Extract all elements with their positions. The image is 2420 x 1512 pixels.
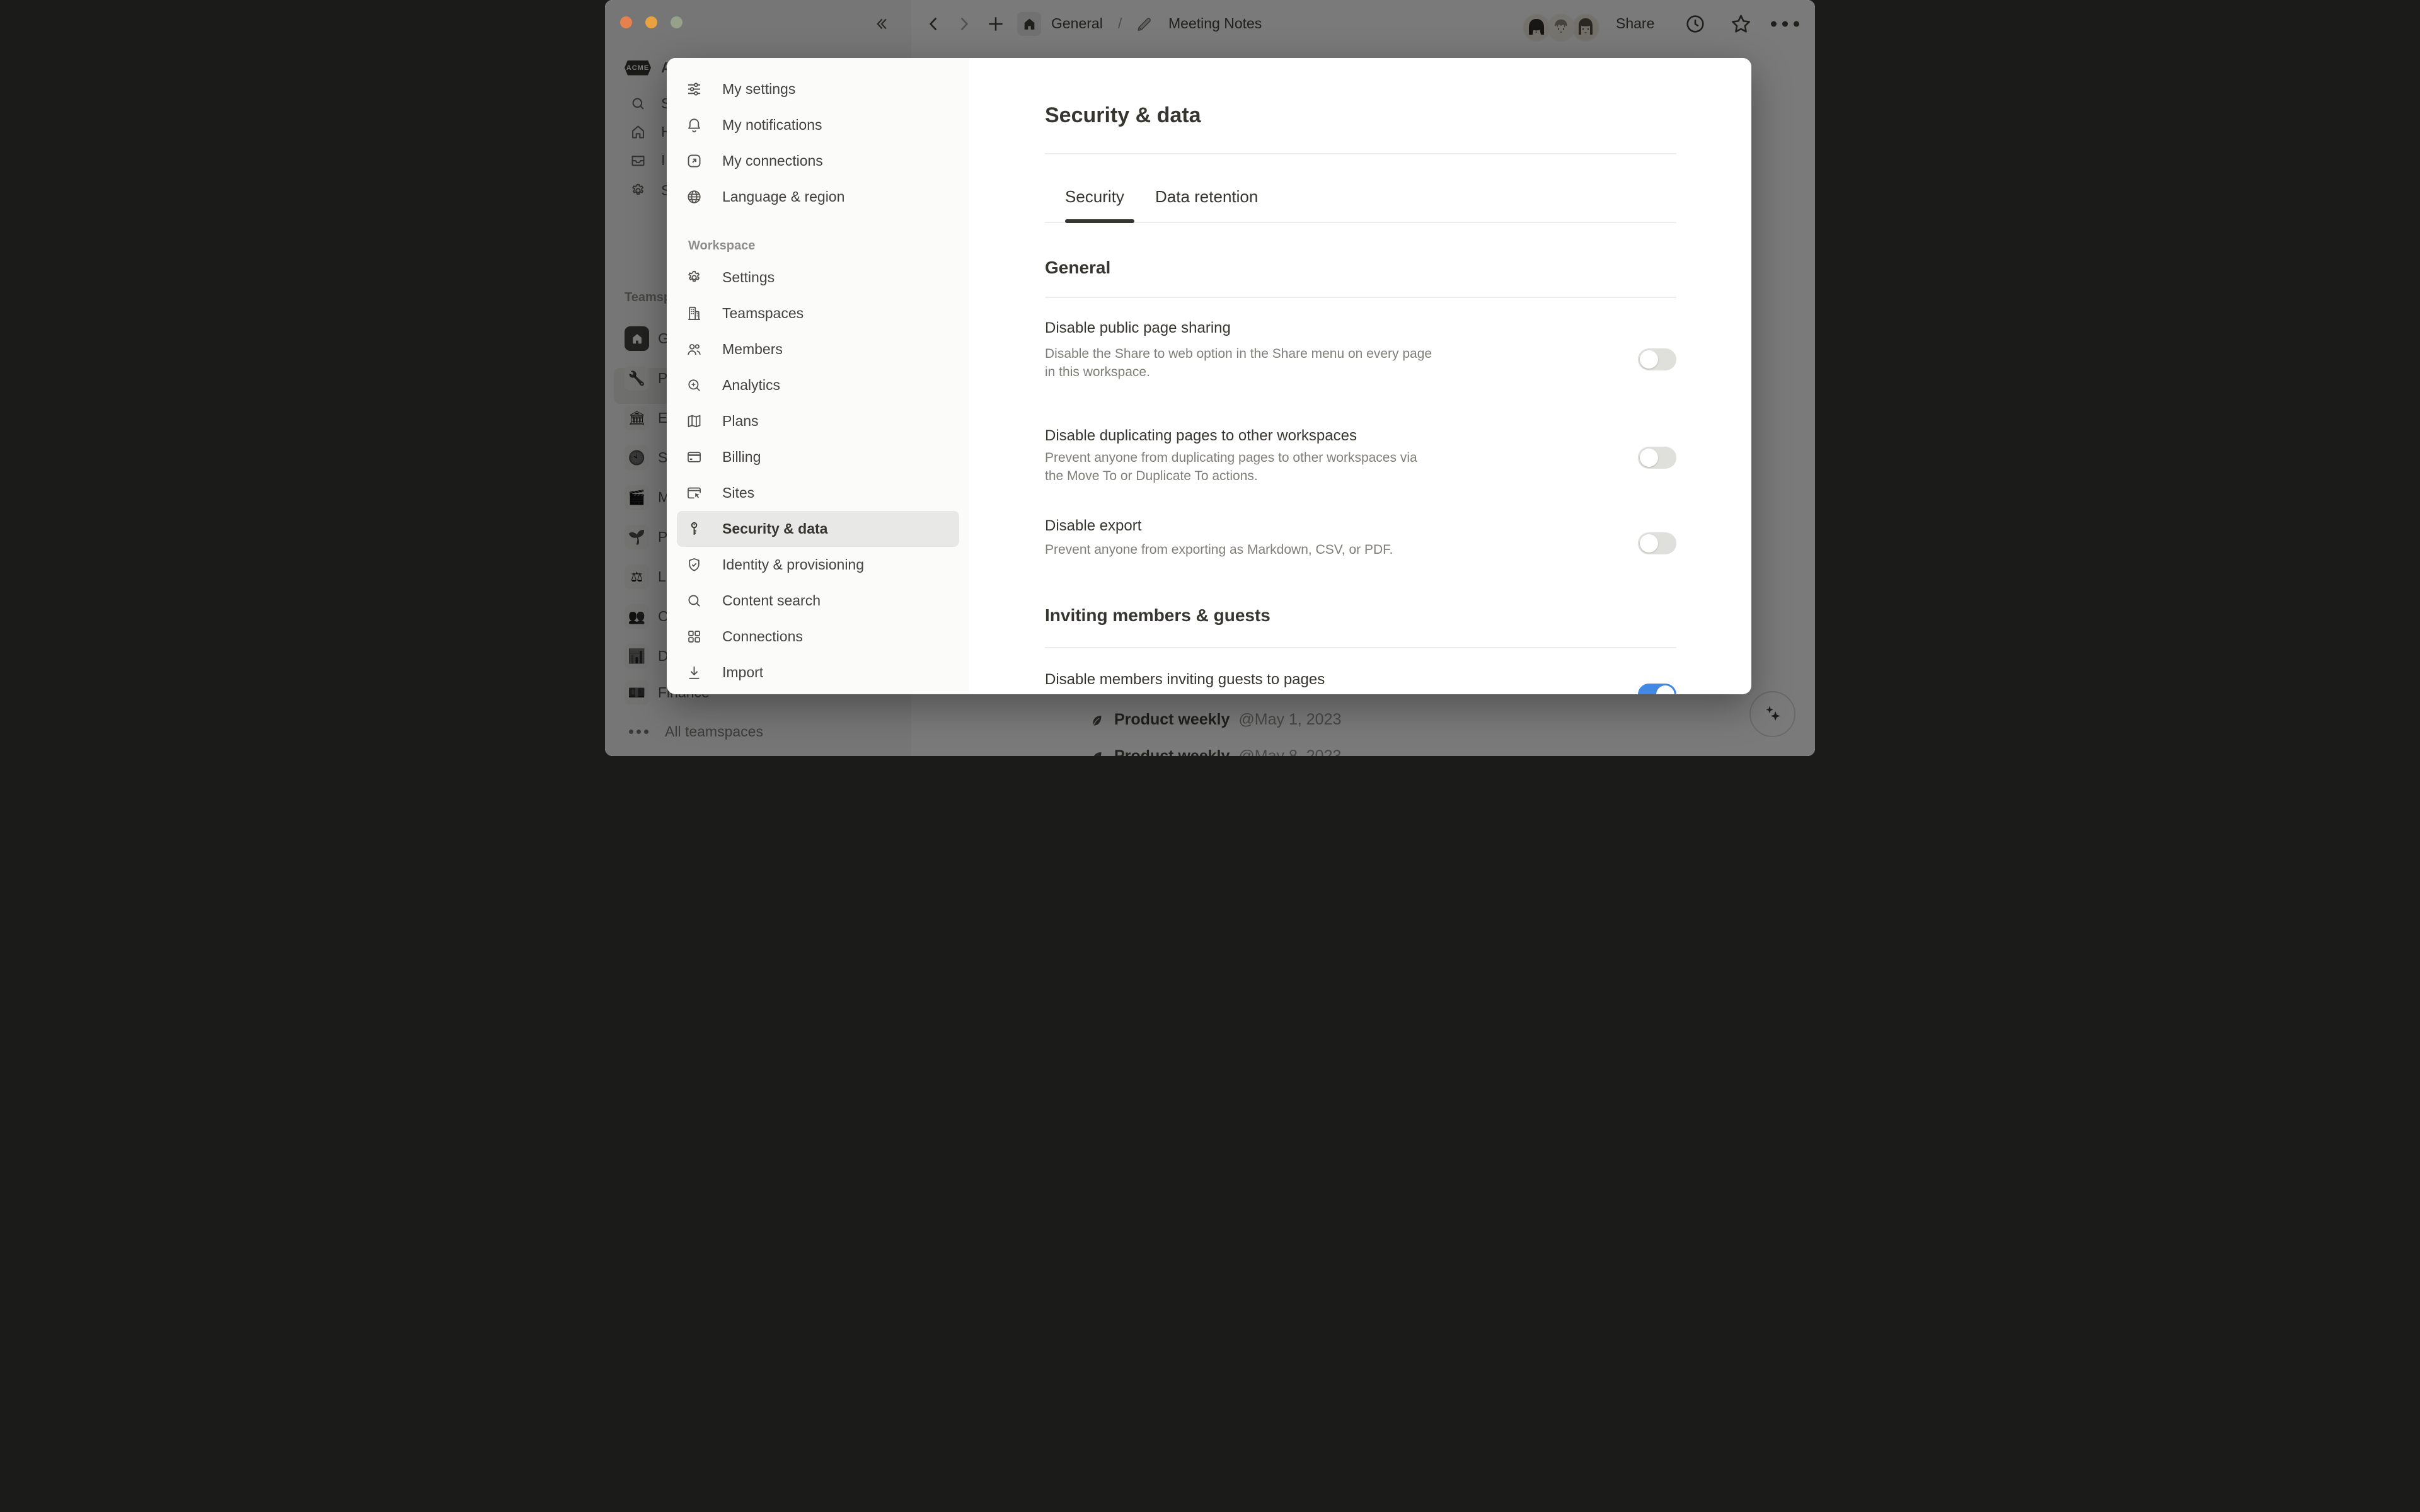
zoom-window-icon[interactable] <box>671 16 683 28</box>
settings-sidebar: My settings My notifications My connecti… <box>667 58 969 694</box>
sliders-icon <box>686 81 703 98</box>
setting-title: Disable export <box>1045 517 1141 535</box>
bell-icon <box>686 117 703 134</box>
window-controls <box>620 16 683 28</box>
settings-nav-my-notifications[interactable]: My notifications <box>677 107 959 143</box>
settings-nav-teamspaces[interactable]: Teamspaces <box>677 295 959 331</box>
settings-nav-billing[interactable]: Billing <box>677 439 959 475</box>
settings-nav-my-settings[interactable]: My settings <box>677 71 959 107</box>
search-sparkle-icon <box>686 377 703 394</box>
settings-nav-security-data[interactable]: Security & data <box>677 511 959 547</box>
settings-page-title: Security & data <box>1045 103 1201 128</box>
toggle-disable-duplicating[interactable] <box>1638 447 1676 469</box>
globe-icon <box>686 188 703 205</box>
settings-nav-plans[interactable]: Plans <box>677 403 959 439</box>
tab-data-retention[interactable]: Data retention <box>1155 187 1258 207</box>
settings-nav-sites[interactable]: Sites <box>677 475 959 511</box>
toggle-disable-export[interactable] <box>1638 532 1676 554</box>
setting-description: Prevent anyone from exporting as Markdow… <box>1045 541 1393 559</box>
key-icon <box>686 520 703 537</box>
building-icon <box>686 305 703 322</box>
setting-description: Prevent anyone from duplicating pages to… <box>1045 449 1417 485</box>
divider <box>1045 153 1676 154</box>
divider <box>1045 297 1676 298</box>
settings-nav-language-region[interactable]: Language & region <box>677 179 959 215</box>
workspace-section-label: Workspace <box>688 239 755 253</box>
settings-nav-settings[interactable]: Settings <box>677 260 959 295</box>
browser-cursor-icon <box>686 484 703 501</box>
toggle-disable-public-sharing[interactable] <box>1638 348 1676 370</box>
setting-title: Disable members inviting guests to pages <box>1045 671 1325 689</box>
tab-security[interactable]: Security <box>1065 187 1124 207</box>
settings-content: Security & data Security Data retention … <box>969 58 1751 694</box>
settings-nav-analytics[interactable]: Analytics <box>677 367 959 403</box>
settings-modal: My settings My notifications My connecti… <box>667 58 1751 694</box>
setting-description: Disable the Share to web option in the S… <box>1045 345 1432 381</box>
import-arrow-icon <box>686 664 703 681</box>
settings-nav-members[interactable]: Members <box>677 331 959 367</box>
settings-nav-import[interactable]: Import <box>677 655 959 690</box>
members-icon <box>686 341 703 358</box>
divider <box>1045 222 1676 223</box>
section-heading-general: General <box>1045 258 1110 278</box>
grid-icon <box>686 628 703 645</box>
section-heading-inviting: Inviting members & guests <box>1045 605 1270 626</box>
arrow-up-right-square-icon <box>686 152 703 169</box>
settings-nav-content-search[interactable]: Content search <box>677 583 959 619</box>
setting-title: Disable duplicating pages to other works… <box>1045 427 1357 445</box>
toggle-disable-inviting-guests[interactable] <box>1638 684 1676 694</box>
active-tab-underline <box>1065 219 1134 223</box>
search-icon <box>686 592 703 609</box>
shield-check-icon <box>686 556 703 573</box>
gear-icon <box>686 269 703 286</box>
close-window-icon[interactable] <box>620 16 632 28</box>
minimize-window-icon[interactable] <box>645 16 657 28</box>
settings-nav-my-connections[interactable]: My connections <box>677 143 959 179</box>
settings-nav-connections[interactable]: Connections <box>677 619 959 655</box>
map-icon <box>686 413 703 430</box>
setting-title: Disable public page sharing <box>1045 319 1231 337</box>
settings-nav-identity-provisioning[interactable]: Identity & provisioning <box>677 547 959 583</box>
notion-window: General / Meeting Notes Share ACME A <box>605 0 1815 756</box>
divider <box>1045 647 1676 648</box>
credit-card-icon <box>686 449 703 466</box>
